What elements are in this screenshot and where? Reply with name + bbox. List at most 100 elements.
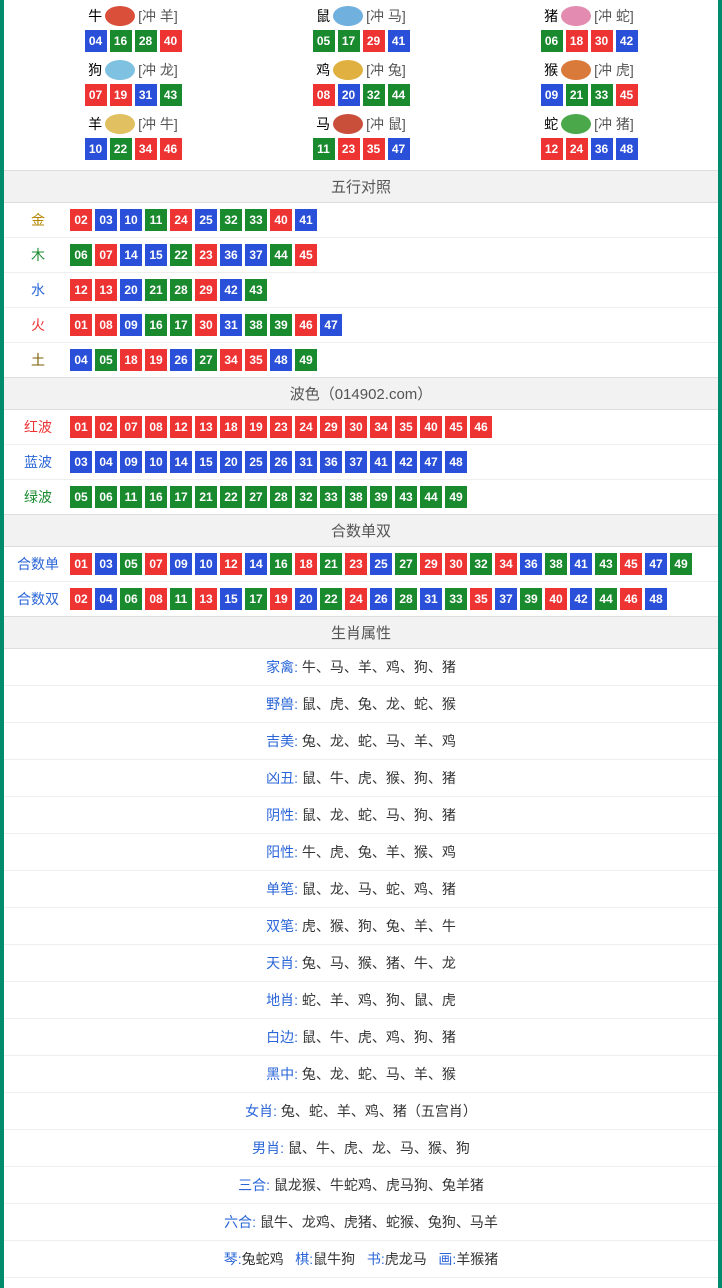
attr-value: 鼠、牛、虎、鸡、狗、猪 xyxy=(302,1029,456,1045)
number-chip: 22 xyxy=(320,588,342,610)
number-chip: 28 xyxy=(270,486,292,508)
zodiac-icon xyxy=(105,60,135,80)
number-chip: 12 xyxy=(220,553,242,575)
number-chip: 45 xyxy=(616,84,638,106)
shengxiao-section: 家禽: 牛、马、羊、鸡、狗、猪野兽: 鼠、虎、兔、龙、蛇、猴吉美: 兔、龙、蛇、… xyxy=(4,649,718,1241)
row-label: 土 xyxy=(14,350,62,370)
zodiac-name: 猪 xyxy=(544,6,558,26)
zodiac-cell: 蛇[冲 猪]12243648 xyxy=(480,114,698,160)
number-chip: 03 xyxy=(95,553,117,575)
number-chip: 37 xyxy=(245,244,267,266)
zodiac-chong: [冲 牛] xyxy=(138,114,178,134)
number-chip: 03 xyxy=(95,209,117,231)
number-chip: 18 xyxy=(120,349,142,371)
attr-row: 地肖: 蛇、羊、鸡、狗、鼠、虎 xyxy=(4,982,718,1019)
attr-value: 兔、龙、蛇、马、羊、猴 xyxy=(302,1066,456,1082)
zodiac-cell: 猴[冲 虎]09213345 xyxy=(480,60,698,106)
wuxing-header: 五行对照 xyxy=(4,170,718,203)
number-chip: 39 xyxy=(520,588,542,610)
zodiac-cell: 马[冲 鼠]11233547 xyxy=(252,114,470,160)
zodiac-icon xyxy=(561,114,591,134)
number-chip: 42 xyxy=(220,279,242,301)
number-chip: 31 xyxy=(220,314,242,336)
data-row: 蓝波03040910141520252631363741424748 xyxy=(4,445,718,480)
number-chip: 42 xyxy=(395,451,417,473)
number-chip: 46 xyxy=(295,314,317,336)
attr-value: 鼠、虎、兔、龙、蛇、猴 xyxy=(302,696,456,712)
number-chip: 30 xyxy=(591,30,613,52)
attr-label: 天肖: xyxy=(266,955,302,971)
attr-row: 家禽: 牛、马、羊、鸡、狗、猪 xyxy=(4,649,718,686)
number-chip: 06 xyxy=(541,30,563,52)
attr-value: 虎、猴、狗、兔、羊、牛 xyxy=(302,918,456,934)
attr-label: 阴性: xyxy=(266,807,302,823)
zodiac-chong: [冲 蛇] xyxy=(594,6,634,26)
number-chip: 28 xyxy=(135,30,157,52)
number-chip: 11 xyxy=(313,138,335,160)
number-chip: 16 xyxy=(145,314,167,336)
number-chip: 35 xyxy=(395,416,417,438)
zodiac-name: 蛇 xyxy=(544,114,558,134)
number-chip: 02 xyxy=(70,209,92,231)
number-chip: 33 xyxy=(320,486,342,508)
attr-value: 牛、虎、兔、羊、猴、鸡 xyxy=(302,844,456,860)
number-chip: 47 xyxy=(320,314,342,336)
attr-value: 鼠、龙、马、蛇、鸡、猪 xyxy=(302,881,456,897)
number-chip: 15 xyxy=(220,588,242,610)
zodiac-number-row: 07193143 xyxy=(24,84,242,106)
number-chip: 42 xyxy=(570,588,592,610)
number-chip: 02 xyxy=(70,588,92,610)
number-chip: 14 xyxy=(245,553,267,575)
number-chip: 48 xyxy=(445,451,467,473)
zodiac-chong: [冲 龙] xyxy=(138,60,178,80)
number-chip: 16 xyxy=(270,553,292,575)
zodiac-name: 羊 xyxy=(88,114,102,134)
number-chip: 23 xyxy=(270,416,292,438)
zodiac-chong: [冲 马] xyxy=(366,6,406,26)
attr-label: 双笔: xyxy=(266,918,302,934)
tail-label: 书: xyxy=(367,1251,385,1267)
number-chip: 44 xyxy=(420,486,442,508)
number-chip: 27 xyxy=(245,486,267,508)
row-numbers: 06071415222336374445 xyxy=(70,244,317,266)
number-chip: 48 xyxy=(616,138,638,160)
zodiac-number-row: 08203244 xyxy=(252,84,470,106)
number-chip: 16 xyxy=(110,30,132,52)
number-chip: 46 xyxy=(470,416,492,438)
zodiac-chong: [冲 兔] xyxy=(366,60,406,80)
page-container: 牛[冲 羊]04162840鼠[冲 马]05172941猪[冲 蛇]061830… xyxy=(0,0,722,1288)
number-chip: 27 xyxy=(395,553,417,575)
number-chip: 48 xyxy=(270,349,292,371)
row-label: 绿波 xyxy=(14,487,62,507)
number-chip: 33 xyxy=(591,84,613,106)
number-chip: 06 xyxy=(70,244,92,266)
number-chip: 05 xyxy=(120,553,142,575)
number-chip: 49 xyxy=(445,486,467,508)
number-chip: 44 xyxy=(595,588,617,610)
number-chip: 30 xyxy=(345,416,367,438)
number-chip: 40 xyxy=(420,416,442,438)
attr-value: 鼠、牛、虎、猴、狗、猪 xyxy=(302,770,456,786)
attr-row: 单笔: 鼠、龙、马、蛇、鸡、猪 xyxy=(4,871,718,908)
data-row: 合数双0204060811131517192022242628313335373… xyxy=(4,582,718,616)
tail-label: 琴: xyxy=(224,1251,242,1267)
number-chip: 22 xyxy=(220,486,242,508)
tail-value: 兔蛇鸡 xyxy=(242,1251,284,1267)
row-numbers: 0102070812131819232429303435404546 xyxy=(70,416,492,438)
number-chip: 47 xyxy=(645,553,667,575)
tail-label: 画: xyxy=(438,1251,456,1267)
zodiac-icon xyxy=(333,60,363,80)
number-chip: 09 xyxy=(541,84,563,106)
number-chip: 35 xyxy=(470,588,492,610)
number-chip: 14 xyxy=(170,451,192,473)
number-chip: 30 xyxy=(445,553,467,575)
row-numbers: 05061116172122272832333839434449 xyxy=(70,486,467,508)
attr-label: 白边: xyxy=(266,1029,302,1045)
number-chip: 22 xyxy=(110,138,132,160)
number-chip: 10 xyxy=(145,451,167,473)
number-chip: 46 xyxy=(160,138,182,160)
number-chip: 20 xyxy=(295,588,317,610)
attr-label: 家禽: xyxy=(266,659,302,675)
number-chip: 31 xyxy=(295,451,317,473)
number-chip: 14 xyxy=(120,244,142,266)
